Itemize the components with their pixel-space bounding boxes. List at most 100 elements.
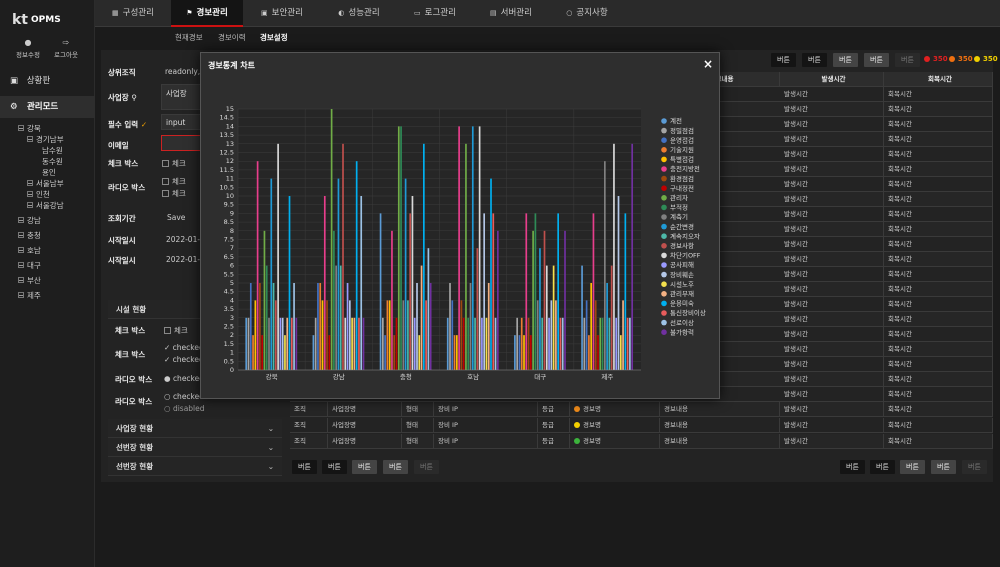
checkbox[interactable] [164,327,171,334]
bar [615,317,618,370]
pager-button[interactable]: 버튼 [383,460,408,474]
legend-entry: 구내정전 [670,183,694,192]
tree-node[interactable]: 강북 [18,123,94,134]
search-icon[interactable]: ⚲ [131,93,137,102]
menu-dashboard[interactable]: ▣ 상황판 [0,70,95,92]
logout-button[interactable]: ⇨ 로그아웃 [46,38,86,59]
tree-node[interactable]: 충청 [18,230,94,241]
facility-radio[interactable]: ● checked [164,374,204,383]
facility-checkbox2[interactable]: ✓ checked [164,343,204,352]
pager-button[interactable]: 버튼 [352,460,377,474]
start-date-input[interactable]: 2022-01-1 [166,235,205,244]
tree-node[interactable]: 대구 [18,260,94,271]
tab-config[interactable]: ▦ 구성관리 [95,0,171,27]
radio[interactable] [162,190,169,197]
pager-button[interactable]: 버튼 [931,460,956,474]
tab-alarm[interactable]: ⚑ 경보관리 [171,0,243,27]
action-button[interactable]: 버튼 [802,53,827,67]
radio-item[interactable]: 체크 [162,188,186,199]
subtab-alarm-settings[interactable]: 경보설정 [260,32,288,43]
save-button[interactable]: Save [167,213,185,222]
start-date-input[interactable]: 2022-01-1 [166,255,205,264]
bar [608,317,611,370]
action-button[interactable]: 버튼 [833,53,858,67]
table-row[interactable]: 조직 사업장명 형태 장비 IP 등급 경보명 경보내용 발생시간 회복시간 [290,402,993,417]
tab-server[interactable]: ▤ 서버관리 [473,0,549,27]
collapse-icon[interactable] [18,125,24,131]
pager-button[interactable]: 버튼 [870,460,895,474]
legend-swatch [661,185,667,191]
bar [624,213,627,370]
table-row[interactable]: 조직 사업장명 형태 장비 IP 등급 경보명 경보내용 발생시간 회복시간 [290,418,993,433]
legend-swatch [661,175,667,182]
pager-button[interactable]: 버튼 [900,460,925,474]
tab-log[interactable]: ▭ 로그관리 [397,0,473,27]
tree-node[interactable]: 남수원 [18,145,94,156]
bar [397,126,400,371]
pager-button[interactable]: 버튼 [840,460,865,474]
tree-node[interactable]: 서울강남 [18,200,94,211]
bar [471,126,474,371]
menu-admin-mode[interactable]: ⚙ 관리모드 [0,96,95,118]
expand-icon[interactable] [18,232,24,238]
legend-entry: 불가항력 [670,327,694,336]
y-tick-label: 9.5 [224,201,234,209]
bar [346,283,349,370]
bar [344,317,347,370]
table-header-cell[interactable]: 발생시간 [780,72,884,87]
site-input[interactable]: 사업장 [161,84,201,110]
collapse-icon[interactable] [27,136,33,142]
tab-performance[interactable]: ◐ 성능관리 [321,0,397,27]
expand-icon[interactable] [27,202,33,208]
subtab-alarm-history[interactable]: 경보이력 [218,32,246,43]
tree-node[interactable]: 인천 [18,189,94,200]
tree-node[interactable]: 용인 [18,167,94,178]
expand-icon[interactable] [27,191,33,197]
expand-icon[interactable] [18,247,24,253]
tree-node[interactable]: 동수원 [18,156,94,167]
radio[interactable] [162,178,169,185]
email-input[interactable] [161,135,201,151]
line-status-section[interactable]: 선번장 현황 ⌄ [108,457,282,476]
expand-icon[interactable] [18,217,24,223]
table-cell-col5: 등급 [538,402,570,417]
tree-node[interactable]: 경기남부 [18,134,94,145]
facility-checkbox2[interactable]: ✓ checked [164,355,204,364]
legend-swatch [661,319,667,326]
tree-node[interactable]: 강남 [18,215,94,226]
checkbox[interactable] [162,160,169,167]
action-button[interactable]: 버튼 [864,53,889,67]
table-row[interactable]: 조직 사업장명 형태 장비 IP 등급 경보명 경보내용 발생시간 회복시간 [290,434,993,449]
line-status-section[interactable]: 선번장 현황 ⌄ [108,438,282,457]
tab-notice[interactable]: ○ 공지사항 [549,0,625,27]
tree-node[interactable]: 부산 [18,275,94,286]
expand-icon[interactable] [18,292,24,298]
pager-button[interactable]: 버튼 [292,460,317,474]
profile-button[interactable]: ● 정보수정 [8,38,48,59]
pager-button[interactable]: 버튼 [322,460,347,474]
table-header-cell[interactable]: 회복시간 [884,72,993,87]
bar [252,335,254,370]
tree-node[interactable]: 제주 [18,290,94,301]
monitor-icon: ▭ [414,9,421,17]
legend-swatch [661,204,667,211]
bar [429,283,432,370]
subtab-current-alarm[interactable]: 현재경보 [175,32,203,43]
facility-checkbox[interactable]: 체크 [164,325,188,336]
expand-icon[interactable] [18,277,24,283]
site-status-section[interactable]: 사업장 현황 ⌄ [108,419,282,438]
alarm-count-critical: 350 [924,55,948,63]
action-button[interactable]: 버튼 [771,53,796,67]
expand-icon[interactable] [27,180,33,186]
facility-radio2[interactable]: ○ checked [164,392,204,401]
required-input[interactable]: input [161,114,201,130]
checkbox-item[interactable]: 체크 [162,158,186,169]
expand-icon[interactable] [18,262,24,268]
tree-node-label: 강남 [27,216,41,225]
tree-node[interactable]: 호남 [18,245,94,256]
tree-node[interactable]: 서울남부 [18,178,94,189]
radio-item[interactable]: 체크 [162,176,186,187]
radio-item-label: 체크 [172,189,186,198]
bar [393,335,396,370]
tab-security[interactable]: ▣ 보안관리 [243,0,321,27]
